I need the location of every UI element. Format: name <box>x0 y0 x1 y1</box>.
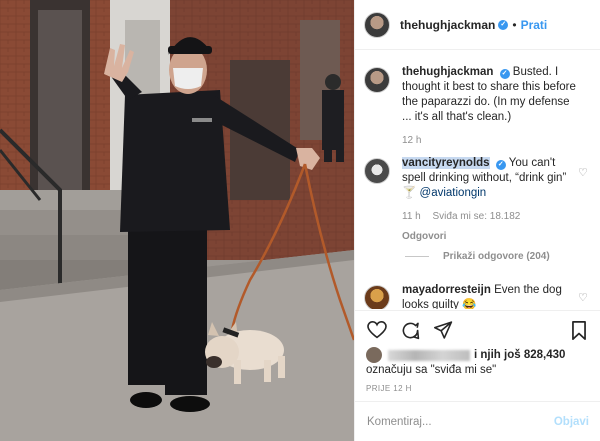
comment-body: vancityreynolds ✓ You can't spell drinki… <box>402 156 582 244</box>
caption-avatar[interactable] <box>364 67 390 93</box>
reply-button[interactable]: Odgovori <box>402 229 582 244</box>
liker-avatar[interactable] <box>366 347 382 363</box>
bookmark-icon[interactable] <box>571 321 587 340</box>
caption-meta: 12 h <box>402 133 582 148</box>
comment-meta: 11 h Sviđa mi se: 18.182 <box>402 209 582 224</box>
author-username[interactable]: thehughjackman <box>400 18 495 32</box>
comment-input[interactable]: Komentiraj... <box>367 416 432 428</box>
likes-line2: označuju sa "sviđa mi se" <box>366 364 497 376</box>
verified-badge-icon: ✓ <box>499 69 510 79</box>
share-send-icon[interactable] <box>434 321 453 339</box>
post-comment-button[interactable]: Objavi <box>554 416 589 428</box>
cocktail-emoji: 🍸 <box>402 187 417 199</box>
comment-likes[interactable]: Sviđa mi se: 18.182 <box>433 211 521 222</box>
header-separator: • <box>512 17 517 32</box>
verified-badge-icon: ✓ <box>495 160 506 170</box>
comment-time[interactable]: 11 h <box>402 211 421 222</box>
post-header: thehughjackman ✓ • Prati <box>355 0 600 50</box>
likes-summary[interactable]: i njih još 828,430 <box>366 347 565 363</box>
post-sidebar: thehughjackman ✓ • Prati thehughjackman … <box>354 0 600 441</box>
caption-time[interactable]: 12 h <box>402 135 421 146</box>
caption-username[interactable]: thehughjackman <box>402 66 493 78</box>
caption: thehughjackman ✓ Busted. I thought it be… <box>364 65 594 148</box>
replies-divider <box>405 256 429 257</box>
comment-bubble-icon[interactable] <box>401 321 420 340</box>
commenter-avatar[interactable] <box>364 285 390 309</box>
view-replies-button[interactable]: Prikaži odgovore (204) <box>405 251 550 262</box>
comment-body: mayadorresteijn Even the dog looks guilt… <box>402 283 582 309</box>
comment-item: vancityreynolds ✓ You can't spell drinki… <box>364 156 594 244</box>
comments-list[interactable]: thehughjackman ✓ Busted. I thought it be… <box>355 51 600 309</box>
caption-body: thehughjackman ✓ Busted. I thought it be… <box>402 65 582 148</box>
verified-badge-icon: ✓ <box>498 19 509 30</box>
follow-button[interactable]: Prati <box>521 18 548 32</box>
heart-icon[interactable] <box>367 321 387 339</box>
photo-scene <box>0 0 354 441</box>
action-bar <box>355 310 600 348</box>
comment-input-bar: Komentiraj... Objavi <box>355 401 600 441</box>
blurred-liker-name <box>388 349 470 361</box>
comment-like-heart-icon[interactable]: ♡ <box>578 293 588 304</box>
comment-item: mayadorresteijn Even the dog looks guilt… <box>364 283 594 309</box>
comment-mention[interactable]: @aviationgin <box>420 187 487 199</box>
comment-like-heart-icon[interactable]: ♡ <box>578 168 588 179</box>
view-replies-label: Prikaži odgovore (204) <box>443 251 550 262</box>
author-avatar[interactable] <box>364 11 390 38</box>
post-photo[interactable] <box>0 0 354 441</box>
joy-emoji: 😂 <box>462 299 477 309</box>
likes-count[interactable]: i njih još 828,430 <box>474 349 565 361</box>
comment-username[interactable]: vancityreynolds <box>402 157 490 169</box>
commenter-avatar[interactable] <box>364 158 390 184</box>
post-timestamp[interactable]: PRIJE 12 H <box>366 384 412 393</box>
comment-username[interactable]: mayadorresteijn <box>402 284 491 296</box>
